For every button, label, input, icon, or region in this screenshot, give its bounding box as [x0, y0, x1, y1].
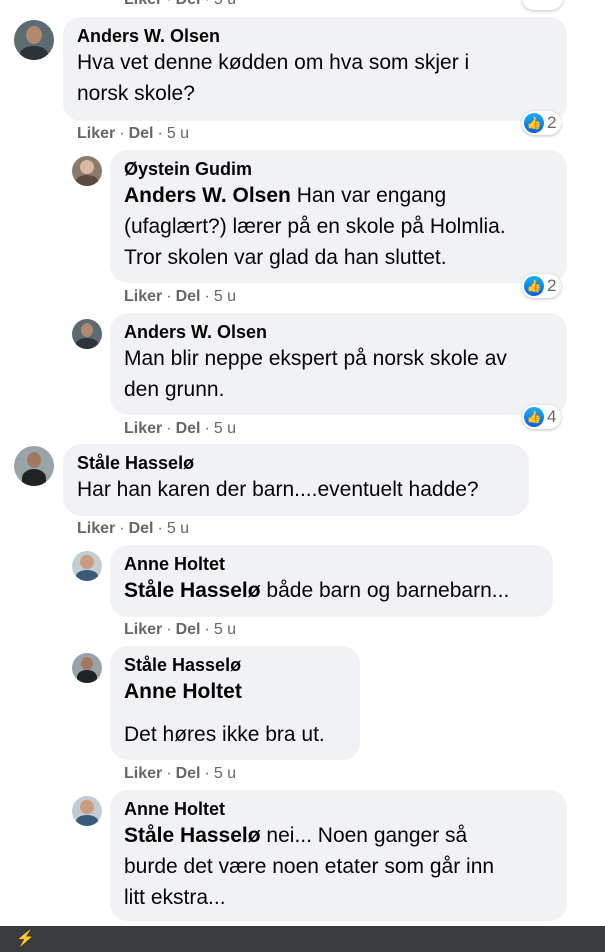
share-link[interactable]: Del	[176, 288, 201, 305]
reply-bubble: Anne Holtet Ståle Hasselø nei... Noen ga…	[110, 790, 567, 921]
share-link[interactable]: Del	[129, 520, 154, 537]
avatar[interactable]	[72, 156, 102, 186]
comment-bubble: Ståle Hasselø Har han karen der barn....…	[63, 444, 529, 516]
comment-author[interactable]: Anne Holtet	[124, 798, 553, 820]
avatar[interactable]	[14, 20, 54, 60]
timestamp[interactable]: 5 u	[214, 765, 236, 782]
comment-actions: Liker · Del · 5 u	[77, 520, 190, 537]
like-link[interactable]: Liker	[77, 520, 115, 537]
comment-author[interactable]: Ståle Hasselø	[124, 654, 346, 676]
comment-bubble: Anders W. Olsen Hva vet denne kødden om …	[63, 17, 567, 121]
timestamp[interactable]: 5 u	[214, 621, 236, 638]
reply-bubble: Anne Holtet Ståle Hasselø både barn og b…	[110, 545, 553, 617]
comment-author[interactable]: Anne Holtet	[124, 553, 539, 575]
like-link[interactable]: Liker	[77, 125, 115, 142]
share-link[interactable]: Del	[176, 0, 201, 8]
mention-link[interactable]: Anne Holtet	[124, 676, 346, 707]
timestamp[interactable]: 5 u	[167, 125, 189, 142]
like-link[interactable]: Liker	[124, 288, 162, 305]
like-link[interactable]: Liker	[124, 0, 162, 8]
comment-text: Ståle Hasselø nei... Noen ganger så burd…	[124, 824, 495, 909]
avatar[interactable]	[72, 319, 102, 349]
comment-text: Ståle Hasselø både barn og barnebarn...	[124, 579, 510, 602]
mention-link[interactable]: Anders W. Olsen	[124, 184, 291, 207]
top-comment-actions: Liker·Del·5 u	[124, 0, 236, 9]
comment-author[interactable]: Øystein Gudim	[124, 158, 553, 180]
like-link[interactable]: Liker	[124, 765, 162, 782]
comment-text: Har han karen der barn....eventuelt hadd…	[77, 478, 479, 501]
like-icon: 👍	[524, 113, 544, 133]
like-link[interactable]: Liker	[124, 621, 162, 638]
share-link[interactable]: Del	[176, 420, 201, 437]
like-icon: 👍	[524, 276, 544, 296]
comment-actions: Liker · Del · 5 u	[124, 765, 237, 782]
like-link[interactable]: Liker	[124, 420, 162, 437]
comment-actions: Liker · Del · 5 u	[77, 125, 190, 142]
comment-text: Anders W. Olsen Han var engang (ufaglært…	[124, 184, 506, 269]
comment-text: Man blir neppe ekspert på norsk skole av…	[124, 347, 507, 401]
comment-text: Hva vet denne kødden om hva som skjer i …	[77, 51, 470, 105]
comment-actions: Liker · Del · 5 u	[124, 288, 237, 305]
avatar[interactable]	[72, 653, 102, 683]
share-link[interactable]: Del	[176, 621, 201, 638]
comment-author[interactable]: Ståle Hasselø	[77, 452, 515, 474]
timestamp[interactable]: 5 u	[214, 0, 236, 8]
timestamp[interactable]: 5 u	[167, 520, 189, 537]
like-icon: 👍	[524, 407, 544, 427]
lightning-bolt-icon[interactable]: ⚡	[16, 931, 35, 947]
reply-bubble: Øystein Gudim Anders W. Olsen Han var en…	[110, 150, 567, 283]
share-link[interactable]: Del	[176, 765, 201, 782]
reaction-count[interactable]: 👍 2	[522, 274, 562, 298]
comment-actions: Liker · Del · 5 u	[124, 420, 237, 437]
timestamp[interactable]: 5 u	[214, 288, 236, 305]
avatar[interactable]	[14, 446, 54, 486]
comment-text: Anne Holtet Det høres ikke bra ut.	[124, 676, 346, 750]
avatar[interactable]	[72, 796, 102, 826]
comment-actions: Liker · Del · 5 u	[124, 621, 237, 638]
reaction-count-partial[interactable]	[522, 0, 563, 10]
avatar[interactable]	[72, 551, 102, 581]
mention-link[interactable]: Ståle Hasselø	[124, 579, 261, 602]
comment-author[interactable]: Anders W. Olsen	[124, 321, 553, 343]
comment-author[interactable]: Anders W. Olsen	[77, 25, 553, 47]
mention-link[interactable]: Ståle Hasselø	[124, 824, 261, 847]
reply-bubble: Anders W. Olsen Man blir neppe ekspert p…	[110, 313, 567, 415]
reaction-count[interactable]: 👍 2	[522, 111, 562, 135]
bottom-bar: ⚡	[0, 926, 605, 952]
reaction-count[interactable]: 👍 4	[522, 405, 562, 429]
timestamp[interactable]: 5 u	[214, 420, 236, 437]
reply-bubble: Ståle Hasselø Anne Holtet Det høres ikke…	[110, 646, 360, 760]
share-link[interactable]: Del	[129, 125, 154, 142]
